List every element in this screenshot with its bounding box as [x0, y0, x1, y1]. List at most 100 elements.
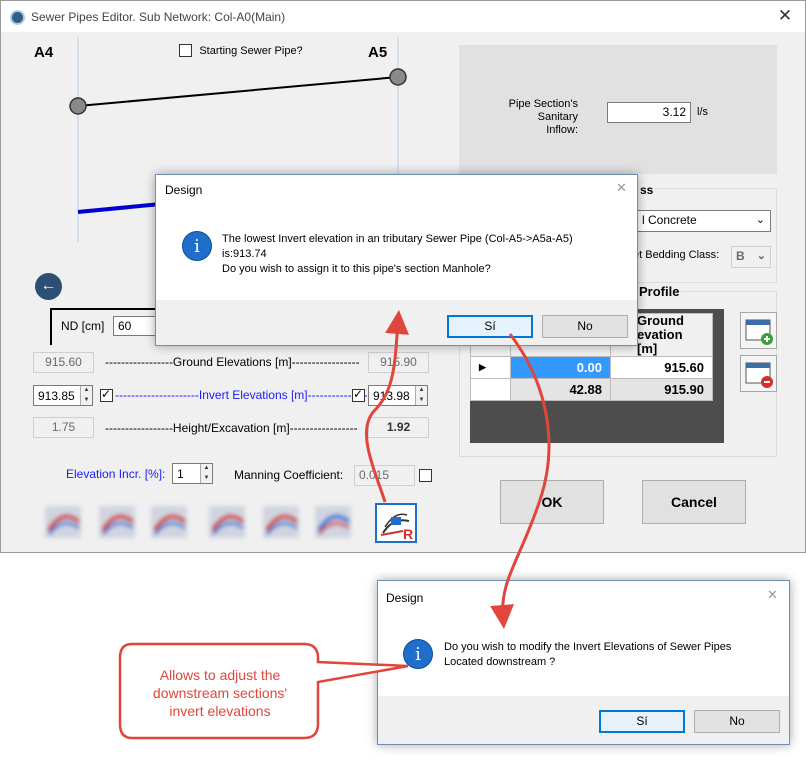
elevation-incr-value[interactable]: 1 [177, 467, 184, 481]
invert-left-value[interactable]: 913.85 [38, 389, 75, 403]
height-right-field: 1.92 [368, 417, 429, 438]
tool-group-right [207, 502, 357, 542]
stepper-down-icon[interactable]: ▼ [416, 395, 427, 405]
invert-right-checkbox[interactable] [352, 387, 365, 402]
table-cell-elev[interactable]: 915.60 [610, 356, 713, 379]
close-icon[interactable]: ✕ [767, 587, 778, 603]
dialog-footer: Sí No [156, 300, 637, 345]
table-cell-elev[interactable]: 915.90 [610, 378, 713, 401]
nd-label: ND [cm] [61, 319, 105, 333]
node-a5-label: A5 [368, 44, 388, 61]
invert-left-checkbox[interactable] [100, 387, 113, 402]
stepper-down-icon[interactable]: ▼ [201, 473, 212, 483]
dialog-message-line3: Do you wish to assign it to this pipe's … [222, 263, 491, 275]
material-select-value[interactable]: l Concrete [642, 213, 697, 227]
callout-line2: downstream sections' [152, 685, 288, 701]
no-button[interactable]: No [694, 710, 780, 733]
table-header-line1: Ground [637, 313, 684, 328]
ok-button[interactable]: OK [500, 480, 604, 524]
cancel-button[interactable]: Cancel [642, 480, 746, 524]
yes-button[interactable]: Sí [447, 315, 533, 338]
bedding-class-value[interactable]: B [736, 249, 745, 263]
design-dialog-assign: Design ✕ i The lowest Invert elevation i… [155, 174, 638, 346]
title-bar: Sewer Pipes Editor. Sub Network: Col-A0(… [1, 1, 805, 32]
chevron-down-icon[interactable]: ⌄ [757, 249, 766, 262]
adjust-downstream-icon: R [380, 513, 413, 542]
adjust-downstream-tool-button[interactable]: R [375, 503, 417, 543]
manning-field: 0.015 [354, 465, 415, 486]
height-excavation-label: -----------------Height/Excavation [m]--… [105, 421, 358, 435]
starting-pipe-checkbox[interactable]: Starting Sewer Pipe? [179, 43, 303, 58]
material-select[interactable]: l Concrete ⌄ [637, 210, 771, 232]
tool-icon-3 [151, 506, 187, 538]
node-a5-marker [389, 68, 407, 86]
no-button[interactable]: No [542, 315, 628, 338]
back-arrow-button[interactable]: ← [35, 273, 62, 300]
callout-line1: Allows to adjust the [159, 667, 281, 683]
ground-elevations-label: -----------------Ground Elevations [m]--… [105, 355, 360, 369]
node-a4-label: A4 [34, 44, 54, 61]
design-dialog-modify: Design ✕ i Do you wish to modify the Inv… [377, 580, 790, 745]
bedding-class-select[interactable]: B ⌄ [731, 246, 771, 268]
ground-right-field: 915.90 [368, 352, 429, 373]
dialog-title: Design [165, 183, 203, 197]
inflow-label: Pipe Section's Sanitary Inflow: [506, 98, 578, 137]
nd-input[interactable]: 60 [113, 316, 159, 336]
height-left-field: 1.75 [33, 417, 94, 438]
row-selector[interactable] [470, 378, 511, 401]
invert-left-stepper[interactable]: 913.85 ▲ ▼ [33, 385, 93, 406]
table-header-line2: evation [m] [637, 327, 683, 356]
bedding-class-label: et Bedding Class: [633, 249, 720, 261]
remove-row-button[interactable] [740, 355, 777, 392]
invert-elevations-label: ---------------------Invert Elevations [… [115, 388, 392, 402]
dialog-message-line1: Do you wish to modify the Invert Elevati… [444, 641, 732, 653]
table-cell-x[interactable]: 42.88 [510, 378, 611, 401]
invert-pipe-line [77, 202, 162, 214]
dialog-message-line1: The lowest Invert elevation in an tribut… [222, 233, 573, 245]
inflow-label-line2: Sanitary Inflow: [537, 111, 578, 136]
stepper-up-icon[interactable]: ▲ [81, 386, 92, 396]
stepper-down-icon[interactable]: ▼ [81, 395, 92, 405]
stepper-up-icon[interactable]: ▲ [416, 386, 427, 396]
close-icon[interactable]: ✕ [773, 5, 797, 27]
manning-label: Manning Coefficient: [234, 468, 344, 482]
dialog-message-line2: Located downstream ? [444, 656, 556, 668]
row-selector-icon[interactable]: ▶ [470, 356, 511, 379]
add-row-button[interactable] [740, 312, 777, 349]
remove-row-icon [745, 362, 773, 388]
inflow-unit: l/s [697, 106, 708, 118]
app-icon [10, 10, 25, 25]
invert-right-value[interactable]: 913.98 [373, 389, 410, 403]
starting-pipe-check[interactable] [179, 44, 192, 58]
inflow-label-line1: Pipe Section's [508, 98, 578, 110]
inflow-input[interactable]: 3.12 [607, 102, 691, 123]
tool-icon-6 [315, 506, 351, 538]
dialog-message: Do you wish to modify the Invert Elevati… [444, 640, 784, 670]
invert-right-stepper[interactable]: 913.98 ▲ ▼ [368, 385, 428, 406]
window-title: Sewer Pipes Editor. Sub Network: Col-A0(… [31, 10, 286, 24]
tool-icon-5 [263, 506, 299, 538]
table-cell-x[interactable]: 0.00 [510, 356, 611, 379]
table-row[interactable]: ▶ 0.00 915.60 [470, 356, 713, 379]
tool-icon-1 [45, 506, 81, 538]
dialog-title: Design [386, 591, 424, 605]
chevron-down-icon[interactable]: ⌄ [756, 213, 765, 226]
material-heading: ss [638, 183, 656, 197]
tool-icon-2 [99, 506, 135, 538]
dialog-message-line2: is:913.74 [222, 248, 267, 260]
stepper-up-icon[interactable]: ▲ [201, 464, 212, 474]
node-a4-marker [69, 97, 87, 115]
callout-line3: invert elevations [169, 703, 271, 719]
table-row[interactable]: 42.88 915.90 [470, 378, 713, 401]
manning-checkbox[interactable] [419, 469, 432, 482]
elevation-incr-stepper[interactable]: 1 ▲ ▼ [172, 463, 213, 484]
close-icon[interactable]: ✕ [616, 180, 627, 196]
yes-button[interactable]: Sí [599, 710, 685, 733]
dialog-footer: Sí No [378, 696, 789, 744]
elevation-incr-label: Elevation Incr. [%]: [66, 467, 166, 481]
dialog-message: The lowest Invert elevation in an tribut… [222, 232, 632, 277]
ground-line [77, 76, 399, 107]
add-row-icon [745, 319, 773, 345]
ground-left-field: 915.60 [33, 352, 94, 373]
starting-pipe-label: Starting Sewer Pipe? [199, 44, 303, 57]
